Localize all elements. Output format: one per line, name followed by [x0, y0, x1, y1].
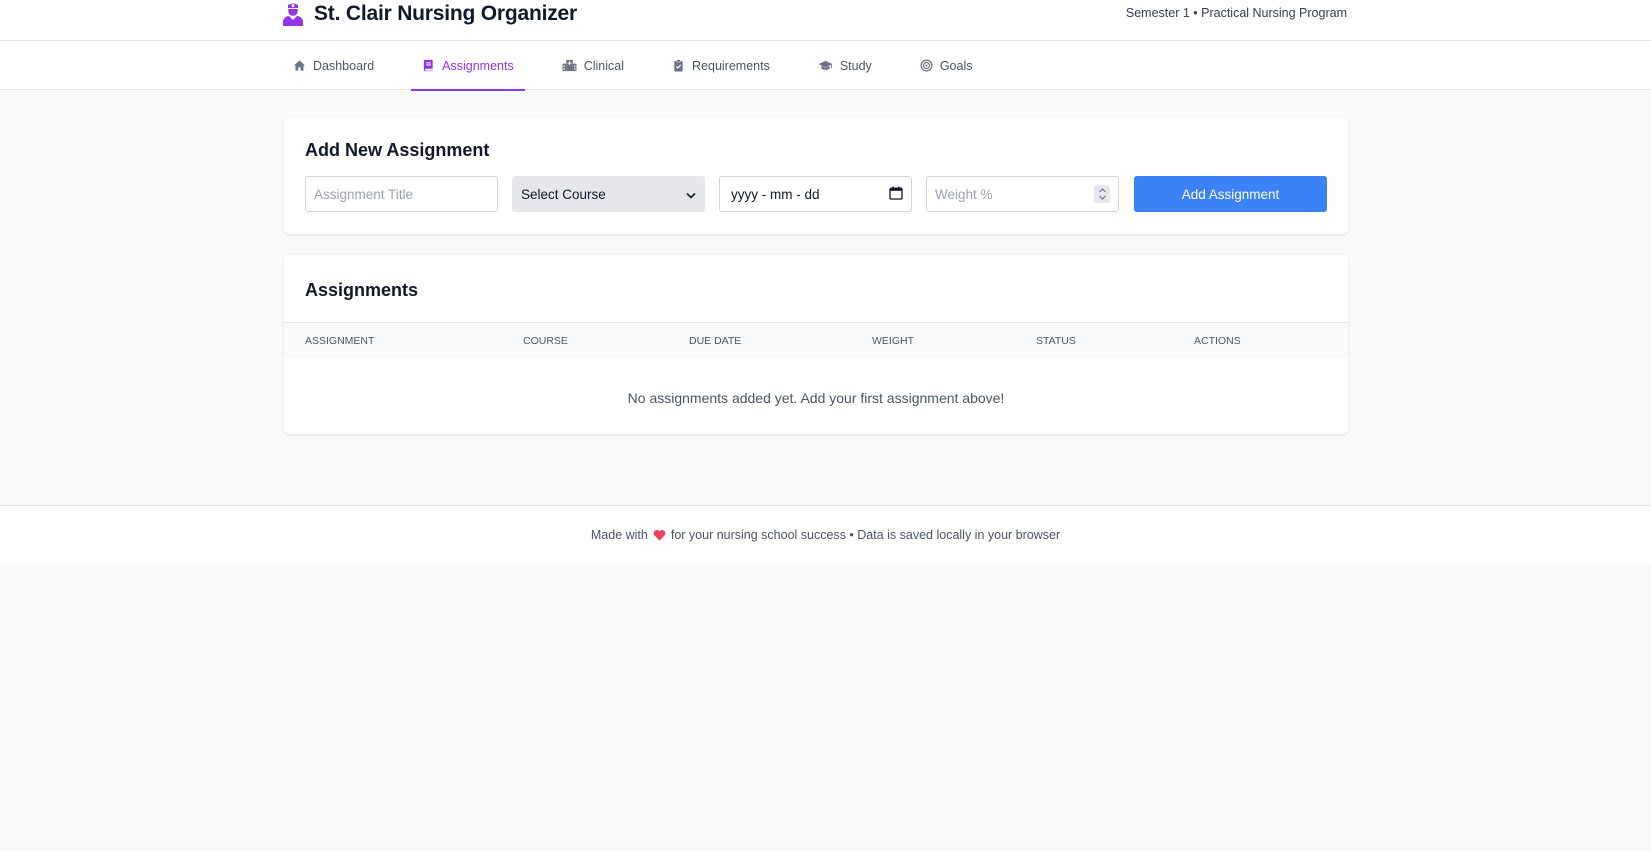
empty-state-message: No assignments added yet. Add your first… [627, 390, 1005, 406]
brand: St. Clair Nursing Organizer [282, 0, 577, 28]
column-header-actions: Actions [1194, 335, 1241, 347]
weight-placeholder: Weight % [935, 186, 993, 202]
due-date-placeholder: yyyy - mm - dd [731, 186, 820, 202]
assignments-card: Assignments Assignment Course Due Date W… [284, 255, 1348, 434]
heart-icon [653, 529, 666, 541]
tab-label: Requirements [692, 58, 770, 73]
column-header-weight: Weight [872, 335, 914, 347]
assignment-title-placeholder: Assignment Title [314, 186, 414, 202]
book-icon [422, 59, 435, 72]
graduation-cap-icon [818, 59, 833, 72]
footer: Made with for your nursing school succes… [0, 505, 1651, 564]
column-header-course: Course [523, 335, 568, 347]
course-select[interactable]: Select Course [512, 176, 705, 212]
assignment-title-input[interactable]: Assignment Title [305, 176, 498, 212]
tab-goals[interactable]: Goals [909, 41, 984, 90]
assignments-heading: Assignments [305, 280, 419, 300]
course-select-value: Select Course [521, 186, 606, 202]
home-icon [293, 59, 306, 72]
column-header-assignment: Assignment [305, 335, 375, 347]
add-assignment-card: Add New Assignment Assignment Title Sele… [284, 117, 1348, 234]
tab-requirements[interactable]: Requirements [661, 41, 781, 90]
tab-clinical[interactable]: Clinical [551, 41, 635, 90]
nurse-icon [282, 2, 304, 26]
tab-label: Clinical [583, 58, 625, 73]
tab-label: Goals [939, 58, 973, 73]
hospital-icon [562, 59, 577, 72]
chevron-down-icon [686, 187, 696, 202]
weight-stepper[interactable] [1094, 185, 1110, 203]
footer-prefix: Made with [590, 528, 648, 542]
weight-input[interactable]: Weight % [926, 176, 1119, 212]
tab-assignments[interactable]: Assignments [411, 41, 525, 91]
clipboard-check-icon [672, 59, 685, 72]
app-title: St. Clair Nursing Organizer [314, 2, 577, 25]
program-info: Semester 1 • Practical Nursing Program [1125, 6, 1347, 20]
add-assignment-button[interactable]: Add Assignment [1134, 176, 1327, 212]
column-header-due-date: Due Date [689, 335, 742, 347]
column-header-status: Status [1036, 335, 1076, 347]
main-nav: Dashboard Assignments Clinical Requireme… [0, 41, 1651, 91]
tab-label: Assignments [442, 58, 514, 73]
due-date-input[interactable]: yyyy - mm - dd [719, 176, 912, 212]
table-header: Assignment Course Due Date Weight Status… [284, 322, 1348, 358]
tab-label: Dashboard [313, 58, 375, 73]
app-header: St. Clair Nursing Organizer Semester 1 •… [0, 0, 1651, 41]
target-icon [920, 59, 933, 72]
add-assignment-heading: Add New Assignment [305, 140, 490, 160]
tab-dashboard[interactable]: Dashboard [282, 41, 385, 90]
footer-suffix: for your nursing school success • Data i… [670, 528, 1061, 542]
tab-label: Study [839, 58, 872, 73]
calendar-icon[interactable] [889, 186, 903, 203]
tab-study[interactable]: Study [807, 41, 883, 90]
